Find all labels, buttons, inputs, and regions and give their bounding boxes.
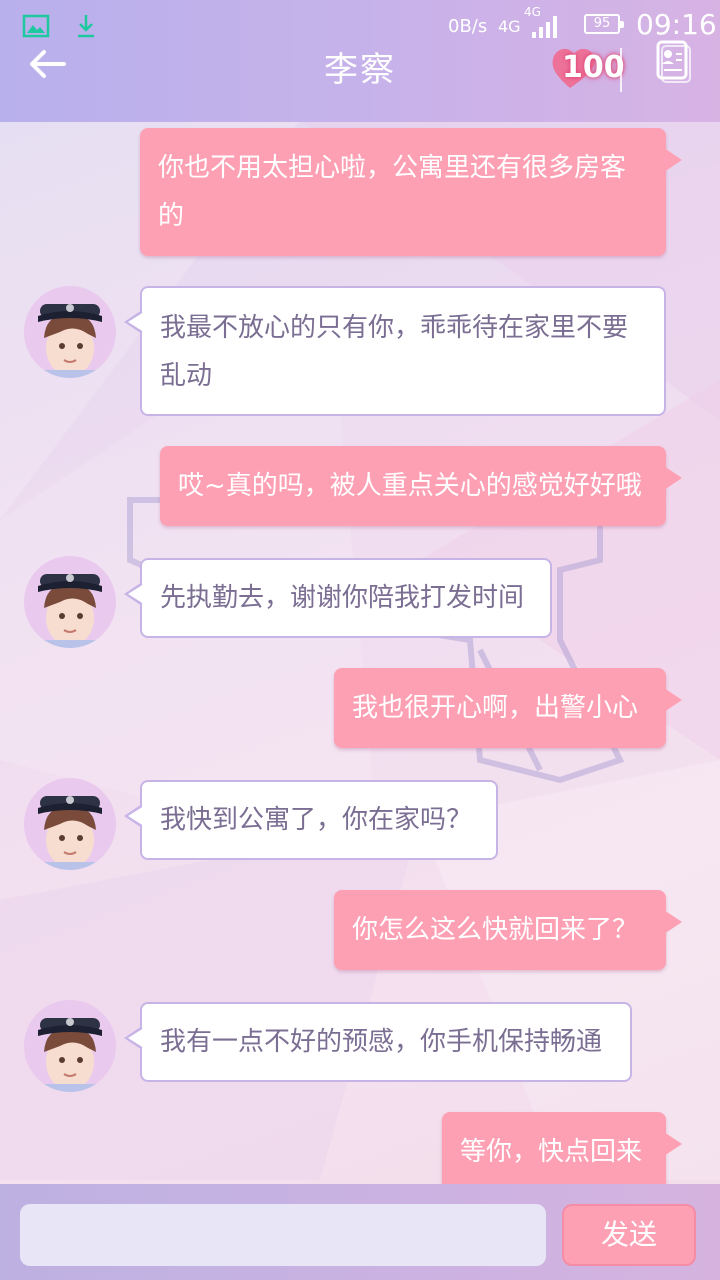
message-bubble-sent: 等你，快点回来 (442, 1112, 682, 1184)
clock: 09:16 (636, 8, 717, 41)
send-button[interactable]: 发送 (562, 1204, 696, 1266)
message-bubble-sent: 你怎么这么快就回来了？ (334, 890, 682, 970)
message-bubble-received: 我快到公寓了，你在家吗？ (124, 780, 498, 860)
signal-icon (532, 16, 557, 38)
message-bubble-received: 先执勤去，谢谢你陪我打发时间 (124, 558, 552, 638)
avatar[interactable] (24, 286, 116, 378)
avatar[interactable] (24, 778, 116, 870)
police-avatar-icon (24, 556, 116, 648)
affection-value: 100 (562, 50, 625, 85)
contact-card-icon[interactable] (650, 40, 694, 84)
message-bubble-sent: 哎~真的吗，被人重点关心的感觉好好哦 (160, 446, 682, 526)
message-bubble-received: 我最不放心的只有你，乖乖待在家里不要 乱动 (124, 286, 666, 416)
police-avatar-icon (24, 286, 116, 378)
status-bar: 0B/s 4G 4G 95 09:16 (0, 0, 720, 48)
network-type: 4G 4G (498, 5, 541, 36)
avatar[interactable] (24, 556, 116, 648)
download-notification-icon (78, 15, 94, 38)
message-bubble-received: 我有一点不好的预感，你手机保持畅通 (124, 1002, 632, 1082)
message-input[interactable] (20, 1204, 546, 1266)
header-divider (620, 48, 622, 92)
app-header: 0B/s 4G 4G 95 09:16 李察 100 (0, 0, 720, 122)
avatar[interactable] (24, 1000, 116, 1092)
message-bubble-sent: 我也很开心啊，出警小心 (334, 668, 682, 748)
image-notification-icon (22, 14, 50, 38)
message-bubble-sent: 你也不用太担心啦，公寓里还有很多房客 的 (140, 128, 682, 256)
police-avatar-icon (24, 778, 116, 870)
network-speed: 0B/s (448, 16, 488, 37)
message-composer: 发送 (0, 1184, 720, 1280)
police-avatar-icon (24, 1000, 116, 1092)
chat-messages[interactable]: 你也不用太担心啦，公寓里还有很多房客 的 我最不放心的只有你，乖乖待在家里不要 … (0, 122, 720, 1184)
battery-indicator: 95 (584, 14, 624, 34)
